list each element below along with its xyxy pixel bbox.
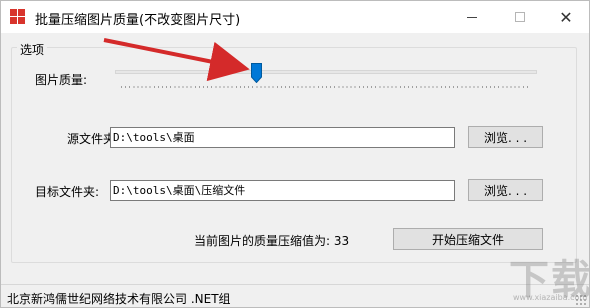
slider-track: [115, 70, 537, 74]
minimize-button[interactable]: [449, 1, 495, 33]
quality-label: 图片质量:: [35, 73, 88, 87]
close-icon: ✕: [559, 7, 573, 27]
source-folder-input[interactable]: D:\tools\桌面: [110, 127, 455, 148]
maximize-icon: [515, 12, 525, 22]
minimize-icon: [467, 16, 477, 18]
current-quality-label: 当前图片的质量压缩值为: 33: [194, 234, 350, 248]
quality-slider[interactable]: [115, 63, 537, 93]
watermark-url: www.xiazaiba.com: [513, 293, 588, 302]
slider-ticks: [121, 86, 531, 88]
maximize-button[interactable]: [497, 1, 543, 33]
watermark: 下载吧 www.xiazaiba.com: [453, 241, 589, 305]
close-button[interactable]: ✕: [543, 1, 589, 33]
target-browse-button[interactable]: 浏览. . .: [468, 179, 543, 201]
options-group-label: 选项: [17, 41, 48, 58]
window-title: 批量压缩图片质量(不改变图片尺寸): [35, 13, 241, 28]
source-browse-button[interactable]: 浏览. . .: [468, 126, 543, 148]
app-icon: [10, 9, 26, 25]
target-folder-input[interactable]: D:\tools\桌面\压缩文件: [110, 180, 455, 201]
status-text: 北京新鸿儒世纪网络技术有限公司 .NET组: [7, 292, 231, 306]
slider-thumb[interactable]: [250, 63, 262, 83]
app-window: 批量压缩图片质量(不改变图片尺寸) ✕ 选项 图片质量: 源文件夹: D:\to…: [0, 0, 590, 308]
target-folder-label: 目标文件夹:: [35, 185, 100, 199]
title-bar[interactable]: 批量压缩图片质量(不改变图片尺寸) ✕: [1, 1, 589, 33]
